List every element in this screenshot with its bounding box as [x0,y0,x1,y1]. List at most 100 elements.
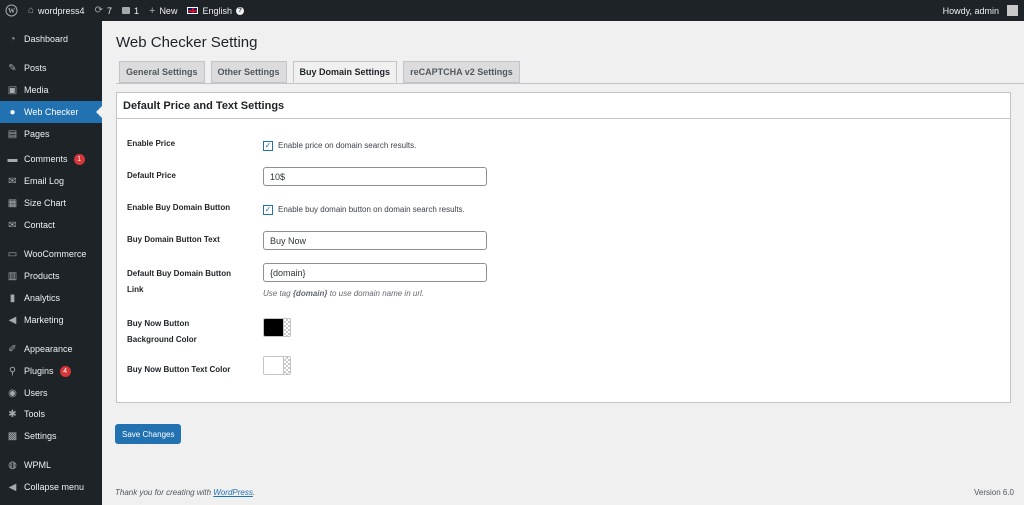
sidebar-item-dashboard[interactable]: ◔ Dashboard [0,28,102,50]
tab-buy-domain-settings[interactable]: Buy Domain Settings [292,61,398,83]
media-icon: ▣ [7,84,18,96]
sidebar-item-label: Tools [24,409,46,419]
email-icon: ✉ [8,175,17,187]
sidebar-item-comments[interactable]: ▬ Comments 1 [0,148,102,170]
sidebar-item-media[interactable]: ▣ Media [0,79,102,101]
default-price-input[interactable]: 10$ [263,167,487,186]
transparency-icon [282,357,290,374]
megaphone-icon: ◀ [8,314,17,326]
new-content-link[interactable]: + New [144,0,182,21]
desc-text-pre: Use tag [263,289,291,298]
tab-general-settings[interactable]: General Settings [119,61,205,83]
language-switcher[interactable]: English ? [182,0,249,21]
sidebar-item-collapse-menu[interactable]: ◀ Collapse menu [0,476,102,498]
pages-icon: ▤ [7,128,18,140]
buy-button-link-label-1: Default Buy Domain Button [127,269,231,278]
enable-price-label: Enable Price [127,139,176,148]
enable-buy-button-checkbox[interactable]: ✓ [263,205,273,215]
sidebar-item-settings[interactable]: ▩ Settings [0,425,102,447]
settings-icon: ▩ [7,430,18,442]
sidebar-item-analytics[interactable]: ▮ Analytics [0,287,102,309]
sidebar-item-web-checker[interactable]: ● Web Checker [0,101,102,123]
sidebar-item-label: Posts [24,63,47,73]
sidebar-item-woocommerce[interactable]: ▭ WooCommerce [0,243,102,265]
buy-button-text-label: Buy Domain Button Text [127,235,220,244]
text-color-label: Buy Now Button Text Color [127,365,231,374]
sidebar-item-label: Comments [24,154,68,164]
buy-button-link-input[interactable]: {domain} [263,263,487,282]
enable-price-checkbox[interactable]: ✓ [263,141,273,151]
sidebar-item-label: Dashboard [24,34,69,44]
admin-sidebar: ◔ Dashboard ✎ Posts ▣ Media ● Web Checker ▤ Pages… [0,21,102,505]
sidebar-item-posts[interactable]: ✎ Posts [0,57,102,79]
page-title: Web Checker Setting [116,34,258,51]
analytics-icon: ▮ [9,292,16,304]
tab-other-settings[interactable]: Other Settings [210,61,287,83]
sidebar-item-label: Contact [24,220,56,230]
sidebar-item-label: Pages [24,129,50,139]
sidebar-item-label: Users [24,388,48,398]
save-changes-button[interactable]: Save Changes [115,424,182,444]
site-name-label: wordpress4 [38,5,85,16]
avatar [1007,5,1018,16]
admin-bar: W ⌂ wordpress4 ⟳ 7 1 + New English ? How… [0,0,1024,21]
sidebar-item-label: Size Chart [24,198,67,208]
bg-color-picker[interactable] [263,318,291,337]
collapse-icon: ◀ [8,481,17,493]
updates-icon: ⟳ [94,5,103,16]
greeting-label: Howdy, admin [942,5,999,16]
new-label: New [159,5,178,16]
comment-icon: ▬ [7,153,18,165]
wordpress-logo-icon[interactable]: W [0,0,23,21]
sidebar-item-contact[interactable]: ✉ Contact [0,214,102,236]
buy-button-link-label-2: Link [127,285,144,294]
wrench-icon: ✱ [8,408,17,420]
sidebar-item-size-chart[interactable]: ▦ Size Chart [0,192,102,214]
sidebar-item-email-log[interactable]: ✉ Email Log [0,170,102,192]
settings-panel: Default Price and Text Settings Enable P… [116,92,1011,403]
sidebar-item-pages[interactable]: ▤ Pages [0,123,102,145]
help-icon: ? [235,6,244,15]
sidebar-item-plugins[interactable]: ⚲ Plugins 4 [0,360,102,382]
buy-button-link-description: Use tag {domain} to use domain name in u… [263,289,424,298]
sidebar-item-appearance[interactable]: ✐ Appearance [0,338,102,360]
sidebar-item-users[interactable]: ◉ Users [0,382,102,404]
sidebar-item-label: Marketing [24,315,64,325]
site-name-link[interactable]: ⌂ wordpress4 [23,0,90,21]
sidebar-item-marketing[interactable]: ◀ Marketing [0,309,102,331]
language-label: English [202,5,232,16]
buy-button-text-input[interactable]: Buy Now [263,231,487,250]
bg-color-label-1: Buy Now Button [127,319,190,328]
pushpin-icon: ✎ [8,62,17,74]
svg-text:W: W [8,7,16,15]
footer-credit: Thank you for creating with WordPress. [115,488,255,497]
settings-tabs: General Settings Other Settings Buy Doma… [119,61,520,83]
updates-link[interactable]: ⟳ 7 [90,0,117,21]
comments-link[interactable]: 1 [117,0,144,21]
desc-text-post: to use domain name in url. [329,289,424,298]
sidebar-item-label: WooCommerce [24,249,87,259]
sidebar-item-label: Web Checker [24,107,79,117]
text-color-picker[interactable] [263,356,291,375]
wordpress-link[interactable]: WordPress [213,488,253,497]
dashboard-icon: ◔ [9,33,16,45]
sidebar-item-label: Plugins [24,366,54,376]
sidebar-item-label: Media [24,85,49,95]
home-icon: ⌂ [28,5,35,16]
sidebar-item-label: Analytics [24,293,61,303]
sidebar-item-products[interactable]: ▥ Products [0,265,102,287]
desc-tag: {domain} [292,289,328,298]
sidebar-item-label: Settings [24,431,57,441]
bg-color-swatch [264,319,283,336]
default-price-label: Default Price [127,171,176,180]
sidebar-item-wpml[interactable]: ◍ WPML [0,454,102,476]
sidebar-item-tools[interactable]: ✱ Tools [0,403,102,425]
my-account-link[interactable]: Howdy, admin [938,0,1024,21]
comments-count: 1 [133,5,139,16]
count-badge: 4 [59,365,71,377]
checkmark-icon: ✓ [264,205,272,214]
sidebar-item-label: Products [24,271,60,281]
tab-recaptcha-settings[interactable]: reCAPTCHA v2 Settings [403,61,520,83]
users-icon: ◉ [8,387,17,399]
brush-icon: ✐ [8,343,17,355]
